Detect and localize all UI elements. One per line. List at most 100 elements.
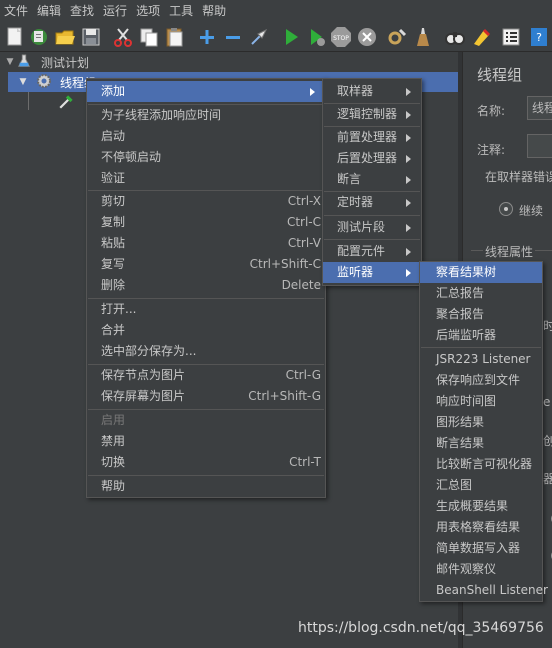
tree-node-test-plan[interactable]: ▼ 测试计划 bbox=[0, 52, 89, 72]
clear-all-icon[interactable] bbox=[412, 26, 434, 48]
search-icon[interactable] bbox=[444, 26, 466, 48]
toggle-icon[interactable] bbox=[248, 26, 270, 48]
help-icon[interactable]: ? bbox=[528, 26, 550, 48]
stop-icon[interactable]: STOP bbox=[330, 26, 352, 48]
watermark: https://blog.csdn.net/qq_35469756 bbox=[298, 620, 544, 636]
continue-label: 继续 bbox=[519, 204, 544, 218]
menu-item-save-screen-image[interactable]: 保存屏幕为图片 Ctrl+Shift-G bbox=[87, 386, 325, 407]
menu-item-simple-data-writer[interactable]: 简单数据写入器 bbox=[420, 538, 542, 559]
menu-item-listener[interactable]: 监听器 bbox=[323, 262, 421, 283]
menu-bar: 文件 编辑 查找 运行 选项 工具 帮助 bbox=[0, 0, 552, 22]
menu-item-assertion[interactable]: 断言 bbox=[323, 169, 421, 190]
continue-radio[interactable] bbox=[499, 202, 513, 216]
templates-icon[interactable] bbox=[28, 26, 50, 48]
menu-item-generate-summary[interactable]: 生成概要结果 bbox=[420, 496, 542, 517]
menu-item-duplicate[interactable]: 复写 Ctrl+Shift-C bbox=[87, 254, 325, 275]
tree-guide-line bbox=[28, 92, 29, 110]
menu-item-save-responses[interactable]: 保存响应到文件 bbox=[420, 370, 542, 391]
menu-item-save-node-image[interactable]: 保存节点为图片 Ctrl-G bbox=[87, 365, 325, 386]
menu-item-pre-processor[interactable]: 前置处理器 bbox=[323, 127, 421, 148]
cut-text-1: 时 bbox=[543, 319, 552, 333]
menu-search[interactable]: 查找 bbox=[66, 0, 99, 22]
tree-node-sampler[interactable] bbox=[58, 92, 78, 112]
menu-item-timer[interactable]: 定时器 bbox=[323, 192, 421, 213]
menu-item-view-results-tree[interactable]: 察看结果树 bbox=[420, 262, 542, 283]
comment-label: 注释: bbox=[477, 143, 506, 157]
expand-icon[interactable] bbox=[196, 26, 218, 48]
collapse-icon[interactable] bbox=[222, 26, 244, 48]
menu-separator bbox=[324, 239, 420, 240]
menu-item-toggle[interactable]: 切换 Ctrl-T bbox=[87, 452, 325, 473]
menu-item-backend-listener[interactable]: 后端监听器 bbox=[420, 325, 542, 346]
menu-item-sampler[interactable]: 取样器 bbox=[323, 81, 421, 102]
menu-item-mailer-visualizer[interactable]: 邮件观察仪 bbox=[420, 559, 542, 580]
menu-item-comparison-assertion-visualizer[interactable]: 比较断言可视化器 bbox=[420, 454, 542, 475]
name-field[interactable]: 线程 bbox=[527, 96, 552, 120]
thread-props-label: 线程属性 bbox=[483, 243, 536, 260]
comment-field[interactable] bbox=[527, 134, 552, 158]
submenu-arrow-icon bbox=[406, 248, 411, 256]
name-label: 名称: bbox=[477, 104, 506, 118]
menu-options[interactable]: 选项 bbox=[132, 0, 165, 22]
menu-item-start-no-pause[interactable]: 不停顿启动 bbox=[87, 147, 325, 168]
menu-item-open[interactable]: 打开... bbox=[87, 299, 325, 320]
menu-item-aggregate-graph[interactable]: 汇总图 bbox=[420, 475, 542, 496]
menu-item-cut[interactable]: 剪切 Ctrl-X bbox=[87, 191, 325, 212]
menu-item-jsr223-listener[interactable]: JSR223 Listener bbox=[420, 349, 542, 370]
start-icon[interactable] bbox=[280, 26, 302, 48]
submenu-arrow-icon bbox=[406, 88, 411, 96]
menu-item-delete[interactable]: 删除 Delete bbox=[87, 275, 325, 296]
menu-item-add[interactable]: 添加 bbox=[87, 81, 325, 102]
menu-item-test-fragment[interactable]: 测试片段 bbox=[323, 217, 421, 238]
menu-item-merge[interactable]: 合并 bbox=[87, 320, 325, 341]
menu-item-paste[interactable]: 粘贴 Ctrl-V bbox=[87, 233, 325, 254]
copy-icon[interactable] bbox=[138, 26, 160, 48]
gear-icon bbox=[36, 73, 56, 92]
submenu-arrow-icon bbox=[406, 155, 411, 163]
menu-item-config-element[interactable]: 配置元件 bbox=[323, 241, 421, 262]
save-icon[interactable] bbox=[80, 26, 102, 48]
menu-item-graph-results[interactable]: 图形结果 bbox=[420, 412, 542, 433]
svg-text:?: ? bbox=[536, 31, 542, 44]
menu-item-response-time-graph[interactable]: 响应时间图 bbox=[420, 391, 542, 412]
submenu-arrow-icon bbox=[406, 269, 411, 277]
cut-text-4: 器 bbox=[543, 472, 552, 486]
menu-separator bbox=[421, 347, 541, 348]
menu-item-summary-report[interactable]: 汇总报告 bbox=[420, 283, 542, 304]
submenu-arrow-icon bbox=[406, 176, 411, 184]
clear-icon[interactable] bbox=[386, 26, 408, 48]
paste-icon[interactable] bbox=[164, 26, 186, 48]
menu-run[interactable]: 运行 bbox=[99, 0, 132, 22]
menu-item-aggregate-report[interactable]: 聚合报告 bbox=[420, 304, 542, 325]
open-icon[interactable] bbox=[54, 26, 76, 48]
menu-item-validate[interactable]: 验证 bbox=[87, 168, 325, 189]
svg-text:STOP: STOP bbox=[333, 35, 349, 42]
listener-submenu: 察看结果树 汇总报告 聚合报告 后端监听器 JSR223 Listener 保存… bbox=[419, 261, 548, 602]
menu-item-help[interactable]: 帮助 bbox=[87, 476, 325, 497]
menu-item-logic-controller[interactable]: 逻辑控制器 bbox=[323, 104, 421, 125]
menu-item-assertion-results[interactable]: 断言结果 bbox=[420, 433, 542, 454]
menu-separator bbox=[324, 215, 420, 216]
menu-item-beanshell-listener[interactable]: BeanShell Listener bbox=[420, 580, 548, 601]
reset-search-icon[interactable] bbox=[470, 26, 492, 48]
menu-item-post-processor[interactable]: 后置处理器 bbox=[323, 148, 421, 169]
menu-edit[interactable]: 编辑 bbox=[33, 0, 66, 22]
pipette-icon bbox=[58, 92, 78, 113]
shutdown-icon[interactable] bbox=[356, 26, 378, 48]
new-icon[interactable] bbox=[4, 26, 26, 48]
toolbar: STOP ? bbox=[0, 22, 552, 52]
menu-item-start[interactable]: 启动 bbox=[87, 126, 325, 147]
menu-tools[interactable]: 工具 bbox=[165, 0, 198, 22]
menu-item-disable[interactable]: 禁用 bbox=[87, 431, 325, 452]
menu-item-view-results-table[interactable]: 用表格察看结果 bbox=[420, 517, 542, 538]
menu-item-copy[interactable]: 复制 Ctrl-C bbox=[87, 212, 325, 233]
cut-icon[interactable] bbox=[112, 26, 134, 48]
menu-help[interactable]: 帮助 bbox=[198, 0, 231, 22]
menu-file[interactable]: 文件 bbox=[0, 0, 33, 22]
collapse-arrow-icon[interactable]: ▼ bbox=[16, 77, 30, 87]
collapse-arrow-icon[interactable]: ▼ bbox=[3, 57, 17, 67]
menu-item-add-response-time[interactable]: 为子线程添加响应时间 bbox=[87, 105, 325, 126]
function-helper-icon[interactable] bbox=[500, 26, 522, 48]
menu-item-save-selection[interactable]: 选中部分保存为... bbox=[87, 341, 325, 362]
start-no-pause-icon[interactable] bbox=[306, 26, 328, 48]
